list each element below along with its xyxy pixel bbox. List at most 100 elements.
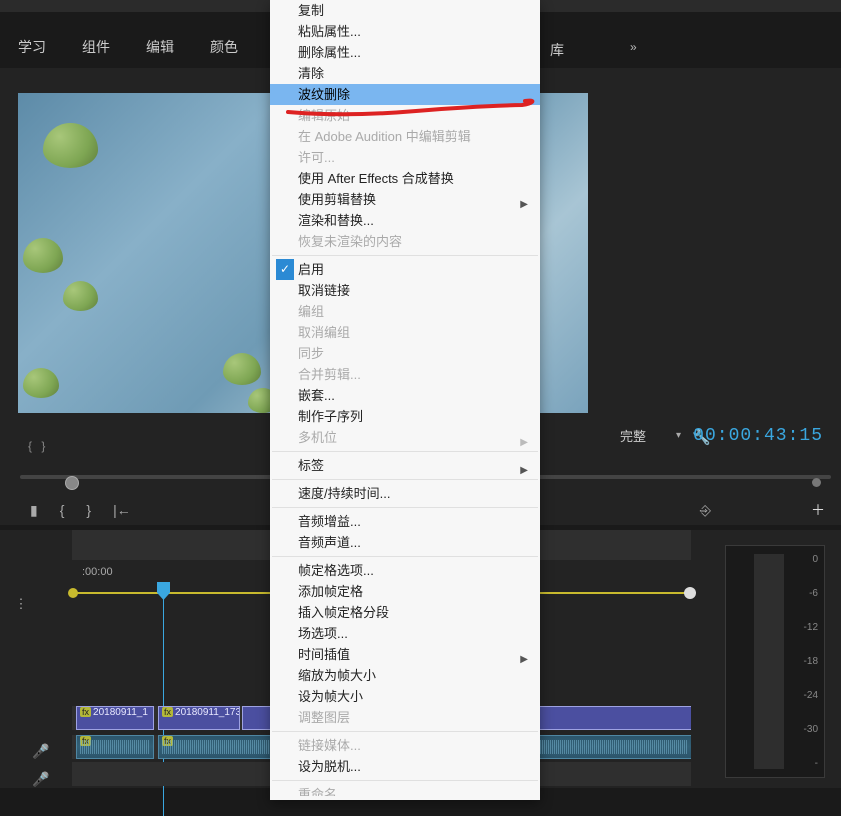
timecode-display[interactable]: 00:00:43:15 [693,426,823,446]
context-menu-label: 粘贴属性... [298,24,361,39]
context-menu-item[interactable]: 帧定格选项... [270,560,540,581]
menu-color[interactable]: 颜色 [192,37,256,57]
context-menu-label: 恢复未渲染的内容 [298,234,402,249]
timeline-tool-icon[interactable]: ⋮ [14,596,28,612]
context-menu-label: 音频增益... [298,514,361,529]
go-to-in-icon[interactable]: |← [113,502,131,518]
context-menu-item: 恢复未渲染的内容 [270,231,540,252]
meter-tick: -6 [804,588,818,599]
playback-quality-dropdown[interactable]: 完整 ▾ [620,426,681,445]
menu-components[interactable]: 组件 [64,37,128,57]
context-menu-item[interactable]: 使用 After Effects 合成替换 [270,168,540,189]
context-menu-item: 链接媒体... [270,735,540,756]
context-menu-label: 同步 [298,346,324,361]
context-menu-item[interactable]: 音频增益... [270,511,540,532]
context-menu-item[interactable]: 复制 [270,0,540,21]
context-menu-item[interactable]: ✓启用 [270,259,540,280]
context-menu-label: 重命名 [298,787,337,796]
context-menu-separator [272,731,538,732]
context-menu-separator [272,479,538,480]
clip-label: 20180911_1 [93,707,148,718]
context-menu-item[interactable]: 缩放为帧大小 [270,665,540,686]
context-menu-item[interactable]: 添加帧定格 [270,581,540,602]
context-menu-label: 速度/持续时间... [298,486,390,501]
video-clip[interactable]: fx20180911_1 [76,706,154,730]
context-menu-item[interactable]: 标签▶ [270,455,540,476]
context-menu-item[interactable]: 设为脱机... [270,756,540,777]
voiceover-mic-icon[interactable]: 🎤 [32,771,49,788]
context-menu-label: 链接媒体... [298,738,361,753]
context-menu-item[interactable]: 插入帧定格分段 [270,602,540,623]
marker-icon[interactable]: ▮ [30,502,38,519]
context-menu-label: 缩放为帧大小 [298,668,376,683]
submenu-arrow-icon: ▶ [520,432,528,453]
mark-in-icon[interactable]: { [60,502,65,518]
context-menu-separator [272,507,538,508]
context-menu-label: 渲染和替换... [298,213,374,228]
menu-library[interactable]: 库 [550,40,564,60]
context-menu-label: 删除属性... [298,45,361,60]
meter-tick: -30 [804,724,818,735]
context-menu-item[interactable]: 速度/持续时间... [270,483,540,504]
menu-more[interactable]: » [630,40,637,54]
context-menu-item[interactable]: 渲染和替换... [270,210,540,231]
context-menu-item[interactable]: 粘贴属性... [270,21,540,42]
context-menu-label: 制作子序列 [298,409,363,424]
context-menu-item: 调整图层 [270,707,540,728]
chevron-down-icon: ▾ [676,430,681,441]
check-icon: ✓ [276,259,294,280]
context-menu-label: 嵌套... [298,388,335,403]
decorative-leaf [23,238,63,273]
context-menu-label: 合并剪辑... [298,367,361,382]
context-menu-item[interactable]: 使用剪辑替换▶ [270,189,540,210]
context-menu-separator [272,556,538,557]
context-menu-label: 取消链接 [298,283,350,298]
in-out-braces: { } [28,439,48,453]
audio-clip[interactable]: fx [76,735,154,759]
context-menu-item[interactable]: 嵌套... [270,385,540,406]
context-menu-label: 在 Adobe Audition 中编辑剪辑 [298,129,471,144]
context-menu-item: 编辑原始 [270,105,540,126]
context-menu-label: 插入帧定格分段 [298,605,389,620]
context-menu-item[interactable]: 场选项... [270,623,540,644]
meter-tick: - [804,758,818,769]
context-menu-label: 使用剪辑替换 [298,192,376,207]
voiceover-mic-icon[interactable]: 🎤 [32,743,49,760]
context-menu-item[interactable]: 删除属性... [270,42,540,63]
context-menu-label: 复制 [298,3,324,18]
scrubber-end-dot [812,478,821,487]
context-menu-separator [272,451,538,452]
export-frame-icon[interactable]: ⎆ [700,502,711,519]
context-menu-item[interactable]: 波纹删除 [270,84,540,105]
video-clip[interactable]: fx20180911_173535.m [158,706,240,730]
context-menu-item: 许可... [270,147,540,168]
context-menu-item[interactable]: 清除 [270,63,540,84]
context-menu-item[interactable]: 取消链接 [270,280,540,301]
menu-edit[interactable]: 编辑 [128,37,192,57]
context-menu-separator [272,255,538,256]
clip-context-menu: 复制粘贴属性... 删除属性... 清除波纹删除编辑原始在 Adobe Auditi… [270,0,540,800]
clip-label: 20180911_173535.m [175,707,240,718]
context-menu-item: 取消编组 [270,322,540,343]
context-menu-label: 帧定格选项... [298,563,374,578]
playback-quality-label: 完整 [620,426,646,445]
context-menu-label: 调整图层 [298,710,350,725]
context-menu-item[interactable]: 时间插值▶ [270,644,540,665]
scrubber-thumb[interactable] [65,476,79,490]
work-area-start[interactable] [68,588,78,598]
work-area-end[interactable] [684,587,696,599]
context-menu-label: 许可... [298,150,335,165]
context-menu-item[interactable]: 音频声道... [270,532,540,553]
context-menu-item[interactable]: 设为帧大小 [270,686,540,707]
context-menu-label: 设为脱机... [298,759,361,774]
context-menu-label: 多机位 [298,430,337,445]
context-menu-label: 编组 [298,304,324,319]
decorative-leaf [223,353,261,385]
menu-learn[interactable]: 学习 [0,37,64,57]
mark-out-icon[interactable]: } [86,502,91,518]
context-menu-item[interactable]: 制作子序列 [270,406,540,427]
context-menu-item: 编组 [270,301,540,322]
context-menu-label: 场选项... [298,626,348,641]
button-editor-plus-icon[interactable]: ＋ [809,501,827,519]
decorative-leaf [23,368,59,398]
